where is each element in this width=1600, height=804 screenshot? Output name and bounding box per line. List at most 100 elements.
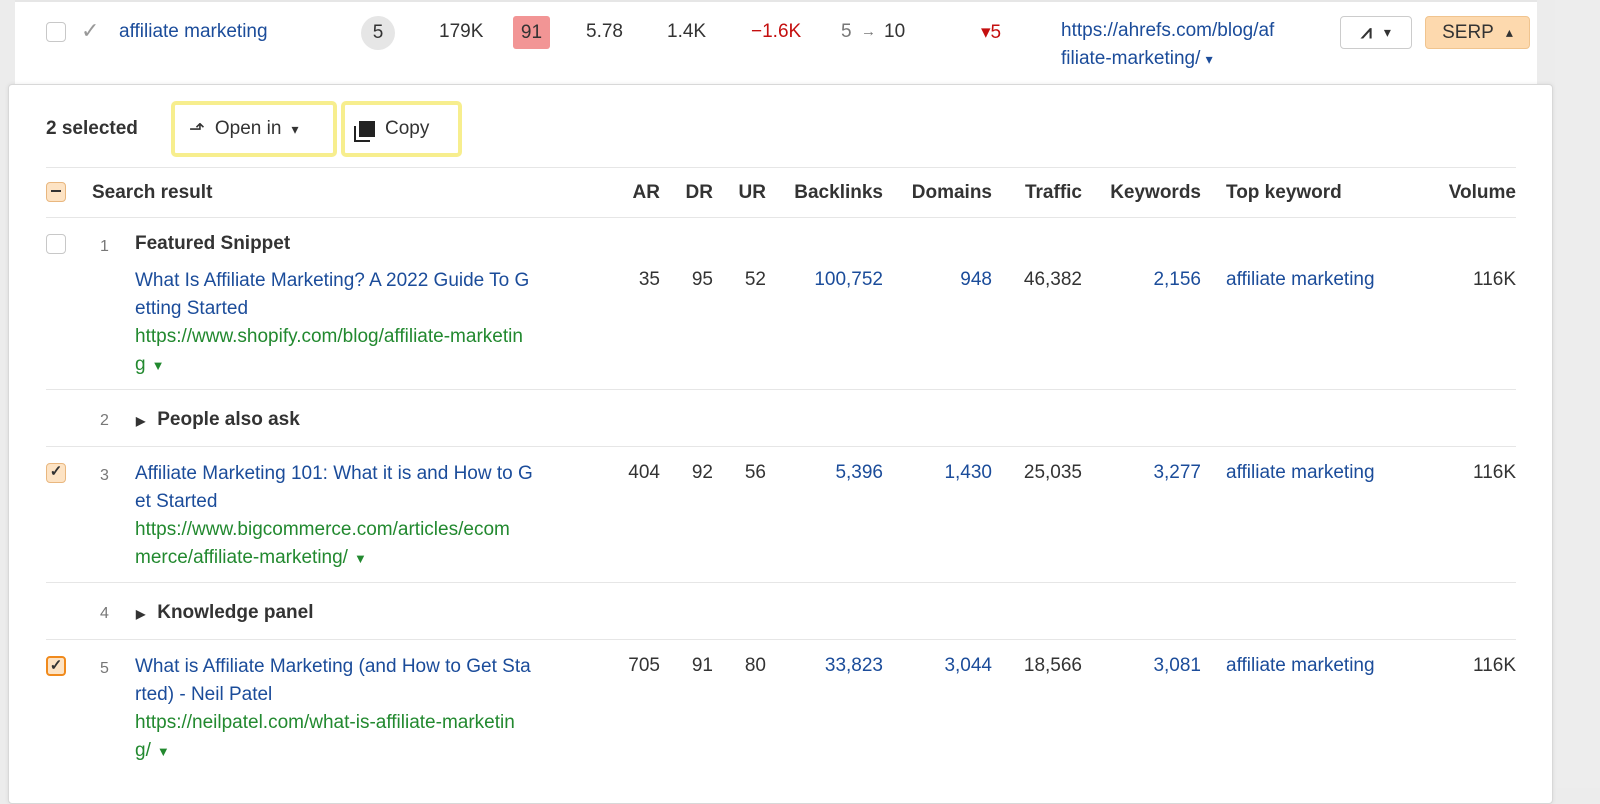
result-title-link[interactable]: What is Affiliate Marketing (and How to …: [135, 653, 531, 709]
rank-number: 1: [100, 238, 109, 255]
rank-number: 2: [100, 412, 109, 429]
url-line: filiate-marketing/: [1061, 48, 1201, 69]
checkmark-icon: ✓: [49, 657, 63, 674]
column-header-keywords[interactable]: Keywords: [1110, 182, 1201, 204]
serp-toggle-button[interactable]: SERP ▴: [1425, 16, 1530, 49]
copy-button[interactable]: Copy: [341, 101, 462, 157]
cell-backlinks[interactable]: 5,396: [835, 462, 883, 484]
row-checkbox[interactable]: ✓: [46, 463, 66, 483]
row-checkbox[interactable]: [46, 234, 66, 254]
url-line: g ▼: [135, 351, 529, 380]
cpc-value: 5.78: [586, 21, 623, 42]
cell-ar: 35: [638, 269, 660, 290]
url-text: merce/affiliate-marketing/: [135, 547, 348, 568]
cell-backlinks[interactable]: 100,752: [814, 269, 883, 291]
cell-backlinks[interactable]: 33,823: [825, 655, 883, 677]
kd-badge: 91: [513, 16, 550, 49]
serp-features-badge[interactable]: 5: [361, 16, 395, 50]
title-line: Affiliate Marketing 101: What it is and …: [135, 463, 533, 484]
result-url[interactable]: https://neilpatel.com/what-is-affiliate-…: [135, 709, 531, 766]
caret-down-icon[interactable]: ▼: [157, 744, 170, 759]
cell-dr: 92: [691, 462, 713, 483]
cell-keywords[interactable]: 3,277: [1153, 462, 1201, 484]
caret-down-icon[interactable]: ▼: [354, 551, 367, 566]
rank-number: 3: [100, 467, 109, 484]
open-external-icon: ⬏: [189, 118, 205, 140]
url-text: g/: [135, 740, 151, 761]
title-line: What is Affiliate Marketing (and How to …: [135, 656, 531, 677]
result-title-link[interactable]: Affiliate Marketing 101: What it is and …: [135, 460, 533, 516]
column-header-traffic[interactable]: Traffic: [1025, 182, 1082, 204]
cell-domains[interactable]: 948: [960, 269, 992, 291]
caret-down-icon[interactable]: ▼: [152, 358, 165, 373]
column-header-backlinks[interactable]: Backlinks: [794, 182, 883, 204]
title-line: etting Started: [135, 298, 249, 319]
column-header-volume[interactable]: Volume: [1449, 182, 1516, 204]
cell-dr: 91: [691, 655, 713, 676]
column-header-domains[interactable]: Domains: [912, 182, 992, 204]
keyword-checkbox[interactable]: [46, 22, 66, 42]
copy-icon: [359, 121, 375, 137]
search-result: Affiliate Marketing 101: What it is and …: [135, 460, 533, 573]
url-line: https://www.shopify.com/blog/affiliate-m…: [135, 326, 523, 347]
trend-chart-icon: ⩘: [1361, 21, 1372, 43]
cell-keywords[interactable]: 2,156: [1153, 269, 1201, 291]
caret-down-icon[interactable]: ▾: [1206, 51, 1213, 67]
column-header-top-keyword[interactable]: Top keyword: [1226, 182, 1342, 204]
column-header-ar[interactable]: AR: [633, 182, 660, 204]
open-in-button[interactable]: ⬏ Open in ▾: [171, 101, 337, 157]
position-to: 10: [884, 21, 906, 42]
cell-volume: 116K: [1473, 462, 1516, 483]
position-from: 5: [841, 21, 852, 42]
divider: [46, 639, 1516, 640]
volume-value: 179K: [439, 21, 484, 42]
divider: [46, 446, 1516, 447]
cell-traffic: 18,566: [1023, 655, 1082, 676]
result-url[interactable]: https://www.bigcommerce.com/articles/eco…: [135, 516, 533, 573]
title-line: What Is Affiliate Marketing? A 2022 Guid…: [135, 270, 530, 291]
result-url[interactable]: https://www.shopify.com/blog/affiliate-m…: [135, 323, 529, 380]
divider: [46, 167, 1516, 168]
url-text: g: [135, 354, 146, 375]
rank-number: 5: [100, 660, 109, 677]
cell-top-keyword[interactable]: affiliate marketing: [1226, 269, 1375, 291]
scrollbar-track[interactable]: [1555, 0, 1600, 788]
cell-ur: 52: [744, 269, 766, 290]
ranking-url[interactable]: https://ahrefs.com/blog/af filiate-market…: [1061, 17, 1274, 73]
position-change: ▾5: [981, 22, 1002, 43]
cell-keywords[interactable]: 3,081: [1153, 655, 1201, 677]
column-header-ur[interactable]: UR: [739, 182, 766, 204]
caret-right-icon: ▶: [136, 607, 146, 621]
cell-traffic: 46,382: [1023, 269, 1082, 290]
cell-volume: 116K: [1473, 269, 1516, 290]
caret-down-icon: ▾: [1383, 24, 1391, 40]
row-checkbox[interactable]: ✓: [46, 656, 66, 676]
keyword-link[interactable]: affiliate marketing: [119, 21, 268, 43]
copy-label: Copy: [385, 118, 430, 139]
cell-top-keyword[interactable]: affiliate marketing: [1226, 655, 1375, 677]
cell-traffic: 25,035: [1023, 462, 1082, 483]
serp-section-knowledge-panel[interactable]: ▶ Knowledge panel: [136, 602, 313, 624]
url-line: merce/affiliate-marketing/ ▼: [135, 544, 533, 573]
chart-dropdown-button[interactable]: ⩘ ▾: [1340, 16, 1412, 49]
traffic-change: −1.6K: [751, 21, 802, 42]
arrow-right-icon: →: [861, 23, 876, 40]
result-title-link[interactable]: What Is Affiliate Marketing? A 2022 Guid…: [135, 267, 529, 323]
cell-ar: 404: [628, 462, 660, 483]
column-header-search-result[interactable]: Search result: [92, 182, 212, 204]
url-line: g/ ▼: [135, 737, 531, 766]
cell-top-keyword[interactable]: affiliate marketing: [1226, 462, 1375, 484]
caret-down-icon: ▾: [291, 120, 299, 137]
cell-ur: 56: [744, 462, 766, 483]
open-in-label: Open in: [214, 118, 282, 139]
cell-domains[interactable]: 1,430: [944, 462, 992, 484]
result-type-label: Featured Snippet: [135, 233, 291, 254]
cell-volume: 116K: [1473, 655, 1516, 676]
select-all-checkbox[interactable]: [46, 182, 66, 202]
serp-section-people-also-ask[interactable]: ▶ People also ask: [136, 409, 300, 431]
url-line: https://neilpatel.com/what-is-affiliate-…: [135, 712, 515, 733]
cell-domains[interactable]: 3,044: [944, 655, 992, 677]
search-result: What Is Affiliate Marketing? A 2022 Guid…: [135, 267, 529, 380]
column-header-dr[interactable]: DR: [686, 182, 713, 204]
caret-right-icon: ▶: [136, 414, 146, 428]
